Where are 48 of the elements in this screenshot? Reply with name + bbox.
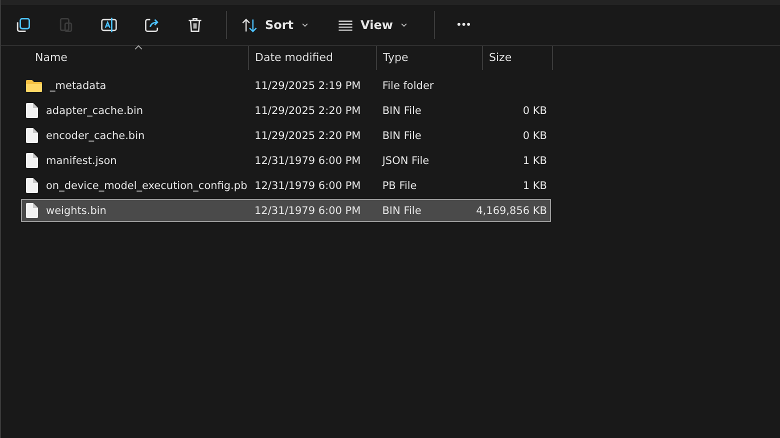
file-name: on_device_model_execution_config.pb	[46, 180, 248, 192]
file-type: BIN File	[382, 204, 422, 216]
file-icon	[26, 178, 38, 193]
file-name: _metadata	[50, 80, 106, 92]
column-header[interactable]: Date modified	[249, 46, 377, 70]
file-icon	[26, 128, 38, 143]
date-modified: 12/31/1979 6:00 PM	[254, 180, 361, 192]
date-modified: 11/29/2025 2:20 PM	[254, 104, 361, 116]
sort-icon	[241, 16, 258, 34]
column-header[interactable]: Size	[483, 46, 553, 70]
file-size: 1 KB	[522, 180, 548, 192]
file-name: weights.bin	[46, 204, 106, 216]
date-modified: 11/29/2025 2:20 PM	[254, 130, 361, 142]
view-menu-button[interactable]: View	[328, 10, 416, 40]
caret-icon	[400, 21, 408, 29]
folder-icon	[26, 79, 42, 92]
file-row[interactable]: manifest.json 12/31/1979 6:00 PM JSON File 1 KB	[21, 149, 551, 172]
file-size: 1 KB	[522, 154, 548, 166]
column-header[interactable]: Type	[377, 46, 483, 70]
file-name: adapter_cache.bin	[46, 104, 144, 116]
file-size: 4,169,856 KB	[476, 204, 547, 216]
more-button[interactable]: •••	[446, 13, 482, 37]
file-row[interactable]: _metadata 11/29/2025 2:19 PM File folder	[21, 74, 551, 97]
file-row[interactable]: weights.bin 12/31/1979 6:00 PM BIN File 4,169,856 KB	[21, 199, 551, 222]
share-icon	[142, 16, 160, 34]
date-modified: 12/31/1979 6:00 PM	[254, 154, 361, 166]
file-size: 0 KB	[522, 104, 548, 116]
file-icon	[26, 153, 38, 168]
file-type: JSON File	[382, 154, 430, 166]
column-header[interactable]: Name	[21, 46, 249, 70]
file-row[interactable]: adapter_cache.bin 11/29/2025 2:20 PM BIN File 0 KB	[21, 99, 551, 122]
file-icon	[26, 103, 38, 118]
file-type: File folder	[382, 80, 434, 92]
sort-menu-button[interactable]: Sort	[233, 10, 317, 40]
caret-icon	[300, 21, 309, 29]
date-modified: 11/29/2025 2:19 PM	[254, 80, 361, 92]
date-modified: 12/31/1979 6:00 PM	[254, 204, 361, 216]
trash-icon	[186, 16, 204, 34]
file-type: BIN File	[382, 130, 422, 142]
rename-icon	[100, 16, 118, 34]
file-type: BIN File	[382, 104, 422, 116]
file-type: PB File	[382, 180, 417, 192]
file-row[interactable]: encoder_cache.bin 11/29/2025 2:20 PM BIN File 0 KB	[21, 124, 551, 147]
file-row[interactable]: on_device_model_execution_config.pb 12/31/1979 6:00 PM PB File 1 KB	[21, 174, 551, 197]
file-name: encoder_cache.bin	[46, 130, 145, 142]
file-icon	[26, 203, 38, 218]
file-name: manifest.json	[46, 154, 117, 166]
file-size: 0 KB	[522, 130, 548, 142]
